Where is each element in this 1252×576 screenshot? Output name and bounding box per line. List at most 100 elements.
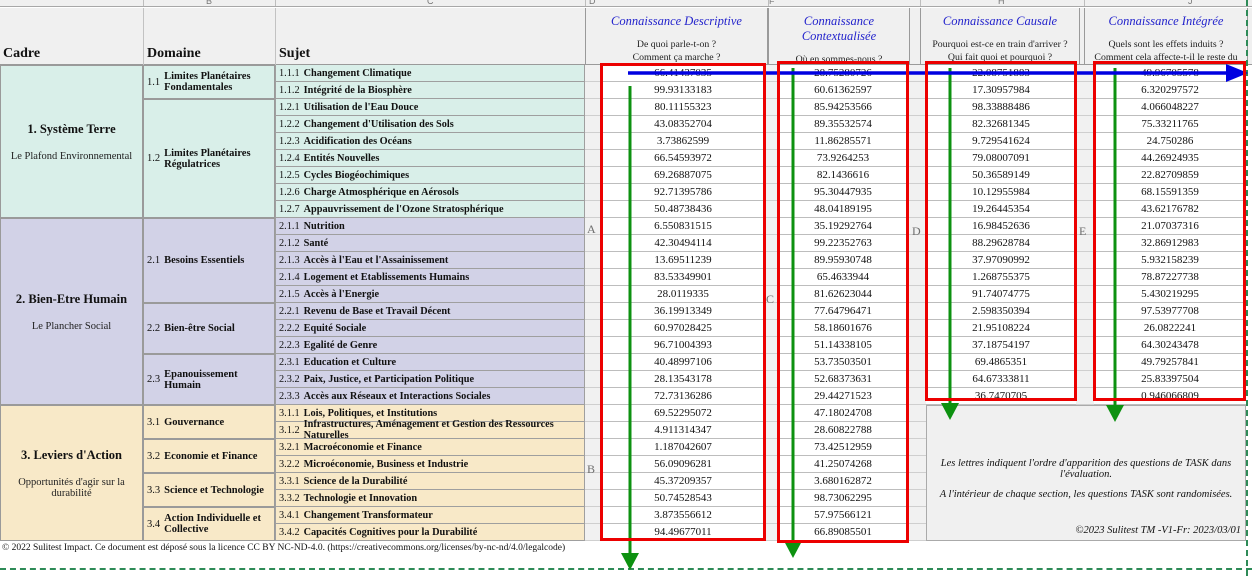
value-cell[interactable]: 49.79257841 bbox=[1094, 354, 1246, 371]
value-cell[interactable]: 73.42512959 bbox=[778, 439, 908, 456]
value-cell[interactable]: 50.48738436 bbox=[600, 201, 766, 218]
value-cell[interactable]: 13.69511239 bbox=[600, 252, 766, 269]
value-cell[interactable]: 96.71004393 bbox=[600, 337, 766, 354]
cadre-cell-3[interactable]: 3. Leviers d'ActionOpportunités d'agir s… bbox=[0, 405, 143, 541]
value-cell[interactable]: 4.066048227 bbox=[1094, 99, 1246, 116]
sujet-cell-1-2-6[interactable]: 1.2.6Charge Atmosphérique en Aérosols bbox=[275, 184, 585, 201]
sujet-cell-3-3-1[interactable]: 3.3.1Science de la Durabilité bbox=[275, 473, 585, 490]
value-cell[interactable]: 37.97090992 bbox=[926, 252, 1076, 269]
value-cell[interactable]: 82.32681345 bbox=[926, 116, 1076, 133]
value-cell[interactable]: 88.29628784 bbox=[926, 235, 1076, 252]
value-cell[interactable]: 40.48997106 bbox=[600, 354, 766, 371]
sujet-cell-2-2-2[interactable]: 2.2.2Equité Sociale bbox=[275, 320, 585, 337]
value-cell[interactable]: 89.95930748 bbox=[778, 252, 908, 269]
sujet-cell-1-2-1[interactable]: 1.2.1Utilisation de l'Eau Douce bbox=[275, 99, 585, 116]
value-cell[interactable]: 36.7470705 bbox=[926, 388, 1076, 405]
value-cell[interactable]: 68.15591359 bbox=[1094, 184, 1246, 201]
sujet-cell-2-1-1[interactable]: 2.1.1Nutrition bbox=[275, 218, 585, 235]
value-cell[interactable]: 45.37209357 bbox=[600, 473, 766, 490]
value-cell[interactable]: 48.04189195 bbox=[778, 201, 908, 218]
value-cell[interactable]: 28.75280726 bbox=[778, 65, 908, 82]
sujet-cell-2-3-1[interactable]: 2.3.1Education et Culture bbox=[275, 354, 585, 371]
value-cell[interactable]: 66.89085501 bbox=[778, 524, 908, 541]
sujet-cell-3-4-1[interactable]: 3.4.1Changement Transformateur bbox=[275, 507, 585, 524]
value-cell[interactable]: 2.598350394 bbox=[926, 303, 1076, 320]
sujet-cell-1-2-4[interactable]: 1.2.4Entités Nouvelles bbox=[275, 150, 585, 167]
value-cell[interactable]: 22.08751883 bbox=[926, 65, 1076, 82]
domaine-cell-2-2[interactable]: 2.2Bien-être Social bbox=[143, 303, 275, 354]
value-cell[interactable]: 98.33888486 bbox=[926, 99, 1076, 116]
sujet-cell-1-2-5[interactable]: 1.2.5Cycles Biogéochimiques bbox=[275, 167, 585, 184]
value-cell[interactable]: 80.11155323 bbox=[600, 99, 766, 116]
value-cell[interactable]: 57.97566121 bbox=[778, 507, 908, 524]
sujet-cell-2-2-3[interactable]: 2.2.3Egalité de Genre bbox=[275, 337, 585, 354]
sujet-cell-3-1-2[interactable]: 3.1.2Infrastructures, Aménagement et Ges… bbox=[275, 422, 585, 439]
knowledge-header-4[interactable]: Connaissance IntégréeQuels sont les effe… bbox=[1084, 8, 1248, 65]
value-cell[interactable]: 5.932158239 bbox=[1094, 252, 1246, 269]
domaine-cell-1-1[interactable]: 1.1Limites Planétaires Fondamentales bbox=[143, 65, 275, 99]
value-cell[interactable]: 47.18024708 bbox=[778, 405, 908, 422]
column-header-cadre[interactable]: Cadre bbox=[3, 46, 40, 62]
knowledge-header-2[interactable]: Connaissance ContextualiséeOù en sommes-… bbox=[768, 8, 910, 65]
value-cell[interactable]: 25.83397504 bbox=[1094, 371, 1246, 388]
sujet-cell-2-1-2[interactable]: 2.1.2Santé bbox=[275, 235, 585, 252]
value-cell[interactable]: 60.61362597 bbox=[778, 82, 908, 99]
value-cell[interactable]: 10.12955984 bbox=[926, 184, 1076, 201]
domaine-cell-3-2[interactable]: 3.2Economie et Finance bbox=[143, 439, 275, 473]
column-header-domaine[interactable]: Domaine bbox=[147, 46, 201, 62]
value-cell[interactable]: 21.95108224 bbox=[926, 320, 1076, 337]
value-cell[interactable]: 44.26924935 bbox=[1094, 150, 1246, 167]
sujet-cell-2-1-3[interactable]: 2.1.3Accès à l'Eau et l'Assainissement bbox=[275, 252, 585, 269]
sujet-cell-2-1-4[interactable]: 2.1.4Logement et Etablissements Humains bbox=[275, 269, 585, 286]
value-cell[interactable]: 95.30447935 bbox=[778, 184, 908, 201]
sujet-cell-2-3-2[interactable]: 2.3.2Paix, Justice, et Participation Pol… bbox=[275, 371, 585, 388]
value-cell[interactable]: 72.73136286 bbox=[600, 388, 766, 405]
value-cell[interactable]: 19.26445354 bbox=[926, 201, 1076, 218]
value-cell[interactable]: 79.08007091 bbox=[926, 150, 1076, 167]
value-cell[interactable]: 0.946066809 bbox=[1094, 388, 1246, 405]
value-cell[interactable]: 6.320297572 bbox=[1094, 82, 1246, 99]
sujet-cell-1-1-1[interactable]: 1.1.1Changement Climatique bbox=[275, 65, 585, 82]
domaine-cell-3-3[interactable]: 3.3Science et Technologie bbox=[143, 473, 275, 507]
value-cell[interactable]: 4.911314347 bbox=[600, 422, 766, 439]
value-cell[interactable]: 26.0822241 bbox=[1094, 320, 1246, 337]
value-cell[interactable]: 6.550831515 bbox=[600, 218, 766, 235]
value-cell[interactable]: 66.54593972 bbox=[600, 150, 766, 167]
value-cell[interactable]: 69.26887075 bbox=[600, 167, 766, 184]
column-header-sujet[interactable]: Sujet bbox=[279, 46, 310, 62]
value-cell[interactable]: 64.30243478 bbox=[1094, 337, 1246, 354]
domaine-cell-2-3[interactable]: 2.3Epanouissement Humain bbox=[143, 354, 275, 405]
sujet-cell-1-1-2[interactable]: 1.1.2Intégrité de la Biosphère bbox=[275, 82, 585, 99]
value-cell[interactable]: 69.52295072 bbox=[600, 405, 766, 422]
knowledge-header-1[interactable]: Connaissance DescriptiveDe quoi parle-t-… bbox=[585, 8, 768, 65]
sujet-cell-3-3-2[interactable]: 3.3.2Technologie et Innovation bbox=[275, 490, 585, 507]
domaine-cell-2-1[interactable]: 2.1Besoins Essentiels bbox=[143, 218, 275, 303]
sujet-cell-1-2-2[interactable]: 1.2.2Changement d'Utilisation des Sols bbox=[275, 116, 585, 133]
value-cell[interactable]: 89.35532574 bbox=[778, 116, 908, 133]
value-cell[interactable]: 36.19913349 bbox=[600, 303, 766, 320]
value-cell[interactable]: 9.729541624 bbox=[926, 133, 1076, 150]
sujet-cell-1-2-7[interactable]: 1.2.7Appauvrissement de l'Ozone Stratosp… bbox=[275, 201, 585, 218]
value-cell[interactable]: 97.53977708 bbox=[1094, 303, 1246, 320]
value-cell[interactable]: 50.74528543 bbox=[600, 490, 766, 507]
value-cell[interactable]: 81.62623044 bbox=[778, 286, 908, 303]
value-cell[interactable]: 32.86912983 bbox=[1094, 235, 1246, 252]
sujet-cell-2-1-5[interactable]: 2.1.5Accès à l'Energie bbox=[275, 286, 585, 303]
value-cell[interactable]: 75.33211765 bbox=[1094, 116, 1246, 133]
sujet-cell-3-4-2[interactable]: 3.4.2Capacités Cognitives pour la Durabi… bbox=[275, 524, 585, 541]
value-cell[interactable]: 24.750286 bbox=[1094, 133, 1246, 150]
value-cell[interactable]: 43.62176782 bbox=[1094, 201, 1246, 218]
sujet-cell-1-2-3[interactable]: 1.2.3Acidification des Océans bbox=[275, 133, 585, 150]
value-cell[interactable]: 53.73503501 bbox=[778, 354, 908, 371]
value-cell[interactable]: 50.36589149 bbox=[926, 167, 1076, 184]
value-cell[interactable]: 35.19292764 bbox=[778, 218, 908, 235]
value-cell[interactable]: 82.1436616 bbox=[778, 167, 908, 184]
value-cell[interactable]: 73.9264253 bbox=[778, 150, 908, 167]
value-cell[interactable]: 1.268755375 bbox=[926, 269, 1076, 286]
value-cell[interactable]: 1.187042607 bbox=[600, 439, 766, 456]
value-cell[interactable]: 64.67333811 bbox=[926, 371, 1076, 388]
value-cell[interactable]: 49.96705578 bbox=[1094, 65, 1246, 82]
domaine-cell-1-2[interactable]: 1.2Limites Planétaires Régulatrices bbox=[143, 99, 275, 218]
value-cell[interactable]: 28.60822788 bbox=[778, 422, 908, 439]
sujet-cell-3-2-1[interactable]: 3.2.1Macroéconomie et Finance bbox=[275, 439, 585, 456]
